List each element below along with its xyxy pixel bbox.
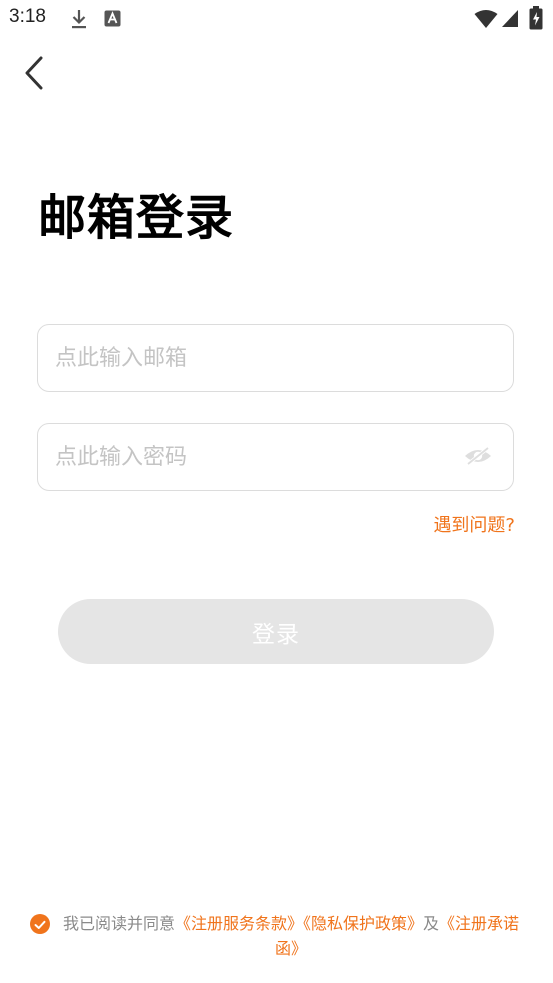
wifi-icon — [474, 9, 498, 33]
status-time: 3:18 — [9, 6, 46, 27]
login-button[interactable]: 登录 — [58, 599, 494, 664]
eye-off-icon — [463, 446, 493, 470]
download-icon — [70, 8, 88, 34]
page-title: 邮箱登录 — [38, 190, 235, 246]
check-icon — [34, 915, 46, 934]
agreement-prefix: 我已阅读并同意 — [62, 914, 175, 933]
email-input[interactable] — [55, 325, 455, 391]
password-input[interactable] — [55, 424, 455, 490]
chevron-left-icon — [23, 56, 45, 94]
agreement-text: 我已阅读并同意《注册服务条款》《隐私保护政策》及《注册承诺函》 — [62, 911, 520, 961]
privacy-policy-link[interactable]: 《隐私保护政策》 — [303, 914, 423, 933]
terms-of-service-link[interactable]: 《注册服务条款》 — [175, 914, 303, 933]
signal-icon — [501, 9, 519, 32]
help-link[interactable]: 遇到问题? — [433, 511, 515, 537]
back-button[interactable] — [14, 54, 54, 96]
status-bar: 3:18 — [0, 0, 553, 38]
battery-charging-icon — [529, 6, 543, 34]
keyboard-a-icon — [104, 10, 121, 31]
password-visibility-toggle[interactable] — [463, 443, 493, 473]
agreement-and-text: 及 — [423, 914, 440, 933]
password-field[interactable] — [37, 423, 514, 491]
email-field[interactable] — [37, 324, 514, 392]
agree-checkbox[interactable] — [30, 914, 50, 934]
